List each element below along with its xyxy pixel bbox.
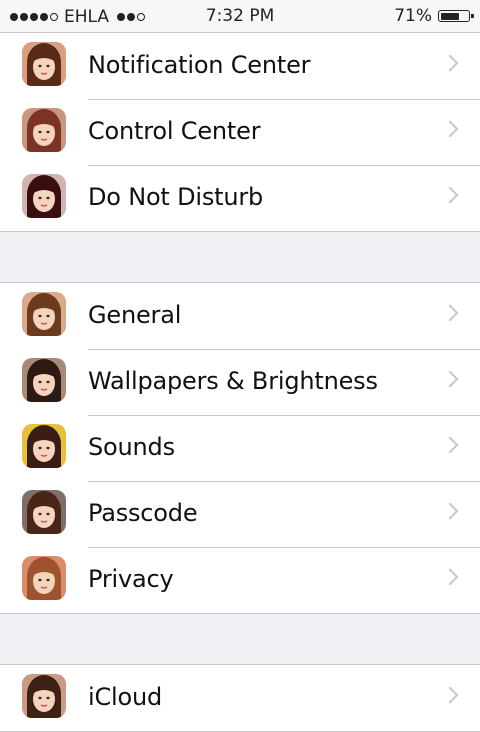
row-label: Privacy xyxy=(88,565,174,593)
profile-photo-icon xyxy=(22,108,66,152)
row-label: Notification Center xyxy=(88,51,311,79)
profile-photo-icon xyxy=(22,174,66,218)
settings-row-privacy[interactable]: Privacy xyxy=(0,547,480,613)
settings-row-wallpapers-brightness[interactable]: Wallpapers & Brightness xyxy=(0,349,480,415)
chevron-right-icon xyxy=(441,370,459,388)
settings-row-control-center[interactable]: Control Center xyxy=(0,99,480,165)
profile-photo-icon xyxy=(22,358,66,402)
row-label: General xyxy=(88,301,182,329)
profile-photo-icon xyxy=(22,490,66,534)
settings-group-1: Notification Center Control Center Do No… xyxy=(0,32,480,232)
battery-percent: 71% xyxy=(394,6,432,26)
settings-group-2: General Wallpapers & Brightness Sounds P… xyxy=(0,282,480,614)
chevron-right-icon xyxy=(441,686,459,704)
status-right: 71% xyxy=(394,6,474,26)
chevron-right-icon xyxy=(441,54,459,72)
row-label: Passcode xyxy=(88,499,198,527)
chevron-right-icon xyxy=(441,568,459,586)
settings-row-general[interactable]: General xyxy=(0,283,480,349)
profile-photo-icon xyxy=(22,556,66,600)
battery-fill xyxy=(440,12,459,20)
settings-row-notification-center[interactable]: Notification Center xyxy=(0,33,480,99)
settings-row-icloud[interactable]: iCloud xyxy=(0,665,480,731)
chevron-right-icon xyxy=(441,120,459,138)
row-label: Wallpapers & Brightness xyxy=(88,367,378,395)
chevron-right-icon xyxy=(441,304,459,322)
row-label: Sounds xyxy=(88,433,175,461)
chevron-right-icon xyxy=(441,186,459,204)
battery-icon xyxy=(438,10,474,22)
status-bar: EHLA 7:32 PM 71% xyxy=(0,0,480,33)
chevron-right-icon xyxy=(441,436,459,454)
profile-photo-icon xyxy=(22,674,66,718)
settings-group-3: iCloud xyxy=(0,664,480,732)
settings-row-do-not-disturb[interactable]: Do Not Disturb xyxy=(0,165,480,231)
row-label: iCloud xyxy=(88,683,163,711)
chevron-right-icon xyxy=(441,502,459,520)
profile-photo-icon xyxy=(22,292,66,336)
row-label: Do Not Disturb xyxy=(88,183,264,211)
settings-row-sounds[interactable]: Sounds xyxy=(0,415,480,481)
settings-row-passcode[interactable]: Passcode xyxy=(0,481,480,547)
row-label: Control Center xyxy=(88,117,261,145)
profile-photo-icon xyxy=(22,42,66,86)
profile-photo-icon xyxy=(22,424,66,468)
